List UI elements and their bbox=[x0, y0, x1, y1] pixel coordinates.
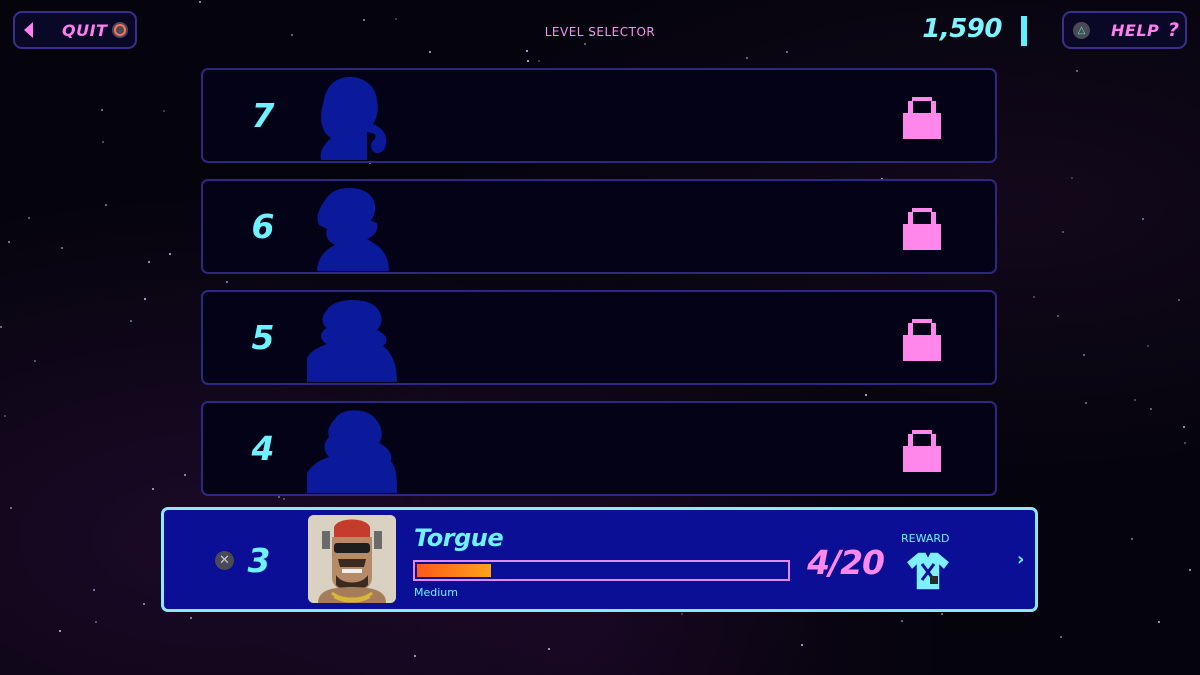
star bbox=[1134, 399, 1136, 401]
lock-icon bbox=[903, 319, 941, 361]
star bbox=[429, 51, 431, 53]
help-label: HELP bbox=[1111, 21, 1160, 40]
star bbox=[226, 281, 228, 283]
progress-count: 4/20 bbox=[807, 543, 885, 582]
boss-portrait-image bbox=[308, 515, 396, 603]
progress-bar-fill bbox=[417, 564, 491, 577]
star bbox=[527, 60, 529, 62]
star bbox=[1158, 621, 1160, 623]
star bbox=[101, 109, 103, 111]
star bbox=[0, 326, 2, 328]
star bbox=[8, 241, 10, 243]
star bbox=[34, 360, 36, 362]
difficulty-label: Medium bbox=[414, 586, 458, 599]
boss-name: Torgue bbox=[414, 524, 504, 552]
star bbox=[1189, 569, 1191, 571]
star bbox=[681, 613, 683, 615]
star bbox=[395, 18, 397, 20]
star bbox=[152, 488, 154, 490]
star bbox=[1142, 218, 1144, 220]
star bbox=[363, 19, 365, 21]
reward-label: REWARD bbox=[901, 532, 950, 545]
level-row-5[interactable]: 5 bbox=[201, 290, 997, 385]
star bbox=[184, 474, 186, 476]
level-number: 3 bbox=[247, 541, 271, 580]
star bbox=[538, 60, 540, 62]
page-title: LEVEL SELECTOR bbox=[544, 25, 656, 39]
star bbox=[1147, 345, 1149, 347]
star bbox=[1062, 231, 1064, 233]
star bbox=[1183, 426, 1185, 428]
star bbox=[199, 1, 201, 3]
boss-silhouette-icon bbox=[307, 299, 397, 382]
star bbox=[102, 141, 104, 143]
star bbox=[1083, 354, 1085, 356]
progress-bar bbox=[413, 560, 790, 581]
star bbox=[746, 57, 748, 59]
star bbox=[61, 247, 63, 249]
star bbox=[548, 648, 550, 650]
question-mark-icon: ? bbox=[1168, 19, 1180, 41]
star bbox=[4, 415, 6, 417]
star bbox=[59, 630, 61, 632]
boss-silhouette-icon bbox=[320, 76, 387, 160]
lock-icon bbox=[903, 208, 941, 250]
next-arrow-icon[interactable]: › bbox=[1017, 549, 1024, 570]
star bbox=[941, 613, 943, 615]
star bbox=[28, 217, 30, 219]
score-counter: 1,590 bbox=[922, 14, 1002, 44]
star bbox=[1060, 636, 1062, 638]
star bbox=[148, 261, 150, 263]
star bbox=[190, 617, 192, 619]
boss-silhouette-icon bbox=[317, 187, 389, 271]
level-number: 6 bbox=[251, 207, 275, 246]
star bbox=[801, 644, 803, 646]
level-number: 4 bbox=[251, 429, 275, 468]
star bbox=[526, 50, 528, 52]
star bbox=[1071, 177, 1073, 179]
cross-button-icon: ✕ bbox=[215, 551, 234, 570]
star bbox=[93, 589, 95, 591]
star bbox=[1085, 402, 1087, 404]
triangle-button-icon: △ bbox=[1073, 22, 1090, 39]
help-button[interactable]: △ HELP ? bbox=[1062, 11, 1187, 49]
star bbox=[163, 110, 165, 112]
star bbox=[105, 204, 107, 206]
boss-silhouette-icon bbox=[307, 410, 397, 493]
star bbox=[1076, 70, 1078, 72]
star bbox=[584, 43, 586, 45]
star bbox=[130, 320, 132, 322]
star bbox=[1178, 299, 1180, 301]
star bbox=[1033, 296, 1035, 298]
lock-icon bbox=[903, 430, 941, 472]
level-row-4[interactable]: 4 bbox=[201, 401, 997, 496]
star bbox=[1184, 442, 1186, 444]
star bbox=[10, 507, 12, 509]
star bbox=[865, 394, 867, 396]
level-number: 7 bbox=[251, 96, 275, 135]
star bbox=[1131, 538, 1133, 540]
star bbox=[144, 298, 146, 300]
level-number: 5 bbox=[251, 318, 275, 357]
shirt-reward-icon bbox=[904, 551, 952, 591]
star bbox=[901, 620, 903, 622]
star bbox=[283, 498, 285, 500]
star bbox=[414, 655, 416, 657]
score-bar-icon bbox=[1021, 16, 1027, 46]
level-row-6[interactable]: 6 bbox=[201, 179, 997, 274]
star bbox=[278, 496, 280, 498]
star bbox=[786, 51, 788, 53]
level-row-3-selected[interactable]: ✕ 3 Torgue Medium 4/20 REWARD › bbox=[161, 507, 1038, 612]
star bbox=[1150, 408, 1152, 410]
star bbox=[169, 253, 171, 255]
star bbox=[1057, 315, 1059, 317]
lock-icon bbox=[903, 97, 941, 139]
star bbox=[95, 621, 97, 623]
level-row-7[interactable]: 7 bbox=[201, 68, 997, 163]
star bbox=[143, 603, 145, 605]
